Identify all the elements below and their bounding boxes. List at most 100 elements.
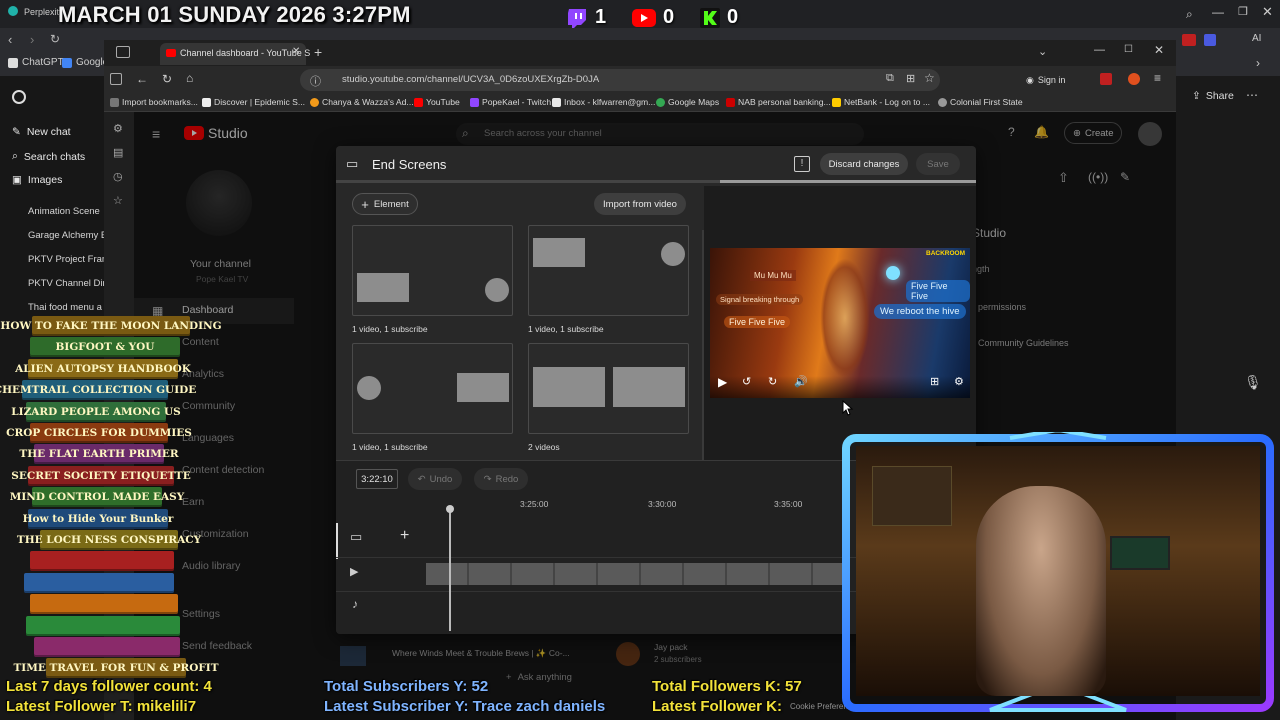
more-options-icon[interactable]: ⋯ [1246, 88, 1258, 102]
bookmark-item[interactable]: Google Maps [656, 97, 719, 107]
add-element-button[interactable]: + Element [352, 193, 418, 215]
studio-search-input[interactable]: ⌕ Search across your channel [456, 123, 864, 145]
hamburger-menu-icon[interactable]: ≡ [152, 126, 160, 142]
rewind-10-icon[interactable]: ↺ [742, 375, 751, 388]
close-icon[interactable]: ✕ [1262, 4, 1273, 20]
feedback-icon[interactable]: ! [794, 156, 810, 172]
url-text[interactable]: studio.youtube.com/channel/UCV3A_0D6zoUX… [342, 74, 599, 85]
extension-icon[interactable] [1182, 34, 1196, 46]
playhead[interactable] [449, 507, 451, 631]
history-item[interactable]: Animation Scene [28, 206, 100, 217]
active-tab[interactable]: Channel dashboard - YouTube S ✕ [160, 43, 310, 65]
close-icon[interactable]: ✕ [1154, 43, 1164, 57]
permissions-link[interactable]: permissions [978, 302, 1026, 312]
undo-button[interactable]: ↶ Undo [408, 468, 462, 490]
edit-icon[interactable]: ✎ [1120, 170, 1130, 184]
redo-button[interactable]: ↷ Redo [474, 468, 528, 490]
current-time-input[interactable]: 3:22:10 [356, 469, 398, 489]
notifications-icon[interactable]: 🔔 [1034, 125, 1049, 139]
minimize-icon[interactable]: — [1212, 5, 1224, 19]
new-chat-button[interactable]: ✎ New chat [12, 126, 71, 138]
discard-changes-button[interactable]: Discard changes [820, 153, 908, 175]
bookmark-item[interactable]: Import bookmarks... [110, 97, 198, 107]
restore-icon[interactable]: ❐ [1238, 5, 1248, 18]
reload-icon[interactable]: ↻ [162, 72, 172, 86]
brave-icon[interactable] [1128, 73, 1140, 85]
webcam-shelf [872, 466, 952, 526]
search-chats-button[interactable]: ⌕ Search chats [12, 150, 85, 163]
help-icon[interactable]: ? [1008, 125, 1015, 139]
tab-close-icon[interactable]: ✕ [292, 46, 300, 57]
playhead-handle[interactable] [446, 505, 454, 513]
upload-icon[interactable]: ⇧ [1058, 170, 1069, 186]
template-card[interactable] [528, 343, 689, 434]
play-icon[interactable]: ▶ [718, 375, 727, 389]
live-icon[interactable]: ((•)) [1088, 170, 1108, 184]
bookmark-item[interactable]: Colonial First State [938, 97, 1023, 107]
search-icon[interactable]: ⌕ [1186, 7, 1193, 22]
studio-logo[interactable]: Studio [184, 125, 248, 141]
chevron-right-icon[interactable]: › [1256, 56, 1260, 70]
history-item[interactable]: PKTV Project Fran [28, 254, 107, 265]
history-icon[interactable]: ◷ [113, 170, 123, 183]
outer-bookmark-google[interactable]: Google [62, 57, 108, 68]
microphone-icon[interactable]: 🎙 [1244, 374, 1262, 391]
extension-icon-2[interactable] [1204, 34, 1216, 46]
community-guidelines-link[interactable]: Community Guidelines [978, 338, 1069, 348]
home-icon[interactable]: ⌂ [186, 71, 193, 85]
channel-avatar[interactable] [186, 170, 252, 236]
avatar[interactable] [1138, 122, 1162, 146]
nav-dashboard[interactable]: Dashboard [182, 304, 233, 316]
translate-icon[interactable]: ⧉ [886, 72, 894, 85]
template-card[interactable] [528, 225, 689, 316]
bookmark-item[interactable]: NetBank - Log on to ... [832, 97, 930, 107]
video-title[interactable]: Where Winds Meet & Trouble Brews | ✨ Co-… [392, 648, 570, 659]
volume-icon[interactable]: 🔊 [794, 375, 808, 388]
history-item[interactable]: PKTV Channel Dir [28, 278, 106, 289]
favorites-icon[interactable]: ☆ [113, 194, 123, 207]
create-button[interactable]: ⊕ Create [1064, 122, 1123, 144]
video-thumbnail[interactable] [340, 646, 366, 666]
bookmark-item[interactable]: PopeKael - Twitch [470, 97, 551, 107]
address-bar[interactable]: ⓘ studio.youtube.com/channel/UCV3A_0D6zo… [300, 69, 940, 91]
site-info-icon[interactable]: ⓘ [310, 73, 321, 89]
add-track-element-icon[interactable]: + [400, 527, 409, 545]
sidebar-toggle-icon[interactable] [110, 73, 122, 85]
bookmark-item[interactable]: Inbox - klfwarren@gm... [552, 97, 655, 107]
video-track-filmstrip[interactable] [426, 563, 846, 585]
new-tab-icon[interactable]: + [314, 44, 322, 60]
outer-bookmark-chatgpt[interactable]: ChatGPT [8, 57, 64, 68]
extension-icon[interactable] [1100, 73, 1112, 85]
bookmark-item[interactable]: Chanya & Wazza's Ad... [310, 97, 414, 107]
sign-in-button[interactable]: ◉ Sign in [1020, 71, 1071, 89]
menu-icon[interactable]: ≡ [1154, 71, 1161, 85]
bookmark-item[interactable]: YouTube [414, 97, 460, 107]
bookmark-item[interactable]: NAB personal banking... [726, 97, 831, 107]
minimize-icon[interactable]: — [1094, 44, 1105, 56]
tab-actions-icon[interactable] [116, 46, 130, 58]
install-icon[interactable]: ⊞ [906, 72, 915, 85]
ai-button[interactable]: AI [1252, 33, 1261, 44]
bookmark-item[interactable]: Discover | Epidemic S... [202, 97, 305, 107]
grid-icon[interactable]: ⊞ [930, 375, 939, 388]
share-button[interactable]: ⇪ Share [1192, 90, 1234, 102]
import-from-video-button[interactable]: Import from video [594, 193, 686, 215]
images-button[interactable]: ▣ Images [12, 174, 62, 186]
forward-10-icon[interactable]: ↻ [768, 375, 777, 388]
collections-icon[interactable]: ▤ [113, 146, 123, 159]
ask-anything-input[interactable]: + Ask anything [506, 672, 572, 683]
template-card[interactable] [352, 343, 513, 434]
copilot-icon[interactable]: ⚙ [113, 122, 123, 135]
back-icon[interactable]: ‹ [8, 32, 12, 47]
reload-icon[interactable]: ↻ [50, 32, 60, 46]
star-icon[interactable]: ☆ [924, 71, 935, 85]
history-item[interactable]: Garage Alchemy B [28, 230, 107, 241]
save-button[interactable]: Save [916, 153, 960, 175]
forward-icon[interactable]: › [30, 32, 34, 47]
maximize-icon[interactable]: ☐ [1124, 44, 1133, 55]
back-icon[interactable]: ← [136, 72, 148, 86]
tab-search-chevron-icon[interactable]: ⌄ [1038, 45, 1047, 58]
settings-gear-icon[interactable]: ⚙ [954, 375, 964, 388]
template-card[interactable] [352, 225, 513, 316]
history-item[interactable]: Thai food menu a [28, 302, 102, 313]
